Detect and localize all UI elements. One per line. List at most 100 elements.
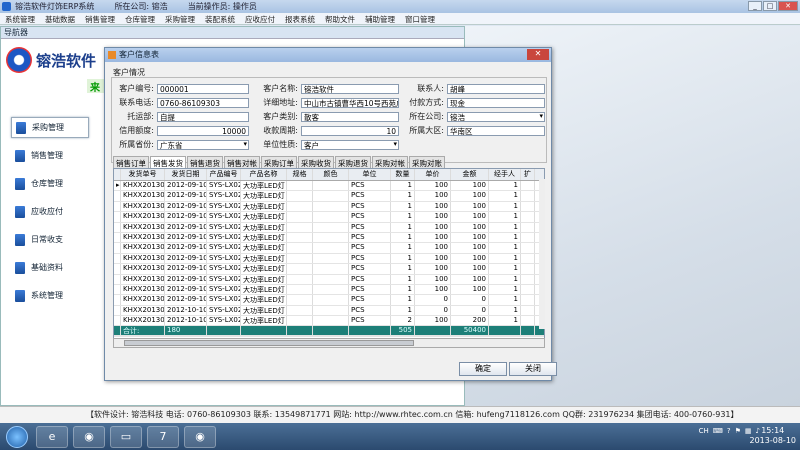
close-button[interactable]: 关闭	[509, 362, 557, 376]
table-row[interactable]: KHXX201306-2012-10-10SYS-LX023-大功率LED灯 PC…	[114, 305, 544, 317]
side-item-daily[interactable]: 日常收支	[11, 229, 89, 250]
table-cell: 100	[415, 274, 451, 284]
table-cell	[313, 243, 349, 253]
table-row[interactable]: KHXX201306-2012-09-10SYS-LX023-大功率LED灯 PC…	[114, 191, 544, 202]
menubar: 系统管理 基础数据 销售管理 仓库管理 采购管理 装配系统 应收应付 报表系统 …	[0, 13, 800, 25]
col-amount[interactable]: 金额	[451, 169, 489, 180]
folder-icon[interactable]: ▭	[110, 425, 142, 448]
menu-purchase[interactable]: 采购管理	[160, 13, 200, 24]
table-row[interactable]: KHXX201306-2012-09-10SYS-LX023-大功率LED灯 PC…	[114, 232, 544, 244]
side-item-purchase[interactable]: 采购管理	[11, 117, 89, 138]
menu-sales[interactable]: 销售管理	[80, 13, 120, 24]
ie-icon[interactable]: e	[36, 425, 68, 448]
col-unit[interactable]: 单位	[349, 169, 391, 180]
table-row[interactable]: ▸KHXX201306-2012-09-10SYS-LX023-大功率LED灯 P…	[114, 181, 544, 192]
table-row[interactable]: KHXX201306-2012-09-10SYS-LX023-大功率LED灯 PC…	[114, 274, 544, 285]
table-row[interactable]: KHXX201306-2012-09-10SYS-LX023-大功率LED灯 PC…	[114, 284, 544, 296]
start-button[interactable]	[6, 425, 28, 448]
menu-warehouse[interactable]: 仓库管理	[120, 13, 160, 24]
credit-input[interactable]: 10000	[157, 125, 249, 136]
company-select[interactable]: 镕浩	[447, 111, 545, 122]
table-row[interactable]: KHXX201306-2012-10-10SYS-LX023-大功率LED灯 PC…	[114, 316, 544, 327]
maximize-button[interactable]: □	[763, 1, 777, 11]
erp-window-icon[interactable]: ◉	[184, 425, 216, 448]
flag-icon[interactable]: ⚑	[735, 427, 741, 435]
col-spec[interactable]: 规格	[287, 169, 313, 180]
menu-assembly[interactable]: 装配系统	[200, 13, 240, 24]
ok-button[interactable]: 确定	[459, 362, 507, 376]
help-icon[interactable]: ?	[727, 427, 731, 435]
table-cell	[521, 316, 535, 326]
address-input[interactable]: 中山市古镇曹华西10号西苑广场B	[301, 97, 399, 108]
table-cell: KHXX201306-	[123, 243, 165, 253]
col-product-no[interactable]: 产品编号	[207, 169, 241, 180]
phone-input[interactable]: 0760-86109303	[157, 97, 249, 108]
table-row[interactable]: KHXX201306-2012-09-10SYS-LX023-大功率LED灯 PC…	[114, 264, 544, 275]
table-cell: 100	[451, 222, 489, 232]
table-cell: SYS-LX023-	[207, 253, 241, 264]
menu-help[interactable]: 帮助文件	[320, 13, 360, 24]
table-row[interactable]: KHXX201306-2012-09-10SYS-LX023-大功率LED灯 PC…	[114, 253, 544, 265]
side-item-system[interactable]: 系统管理	[11, 285, 89, 306]
table-row[interactable]: KHXX201306-2012-09-10SYS-LX023-大功率LED灯 PC…	[114, 201, 544, 213]
period-input[interactable]: 10	[301, 125, 399, 136]
payment-input[interactable]: 现金	[447, 97, 545, 108]
region-input[interactable]: 华南区	[447, 125, 545, 136]
table-row[interactable]: KHXX201306-2012-09-10SYS-LX023-大功率LED灯 PC…	[114, 295, 544, 306]
table-cell: SYS-LX023-	[207, 243, 241, 253]
table-cell	[287, 232, 313, 243]
table-cell: 1	[391, 181, 415, 191]
menu-aux[interactable]: 辅助管理	[360, 13, 400, 24]
table-cell: 2012-09-10	[167, 264, 207, 274]
table-cell: 1	[489, 201, 521, 212]
taskbar: e ◉ ▭ 7 ◉ CH ⌨ ? ⚑ ▦ ♪ 15:14 2013-08-10	[0, 423, 800, 450]
side-item-warehouse[interactable]: 仓库管理	[11, 173, 89, 194]
lang-indicator[interactable]: CH	[699, 427, 709, 435]
table-cell: PCS	[349, 212, 391, 222]
grid-horizontal-scrollbar[interactable]	[113, 338, 545, 348]
contact-input[interactable]: 胡峰	[447, 83, 545, 94]
province-select[interactable]: 广东省	[157, 139, 249, 150]
col-date[interactable]: 发货日期	[165, 169, 207, 180]
customer-no-input[interactable]: 000001	[157, 83, 249, 94]
table-cell: 100	[415, 201, 451, 212]
book-icon	[15, 233, 25, 246]
table-row[interactable]: KHXX201306-2012-09-10SYS-LX023-大功率LED灯 PC…	[114, 243, 544, 254]
table-row[interactable]: KHXX201306-2012-09-10SYS-LX023-大功率LED灯 PC…	[114, 222, 544, 233]
table-cell: 大功率LED灯	[241, 305, 287, 316]
minimize-button[interactable]: _	[748, 1, 762, 11]
side-item-receivable[interactable]: 应收应付	[11, 201, 89, 222]
category-label: 客户类别:	[263, 112, 298, 121]
clock[interactable]: 15:14 2013-08-10	[750, 426, 797, 446]
menu-reports[interactable]: 报表系统	[280, 13, 320, 24]
col-more[interactable]: 扩	[521, 169, 535, 180]
side-item-sales[interactable]: 销售管理	[11, 145, 89, 166]
menu-receivable[interactable]: 应收应付	[240, 13, 280, 24]
col-color[interactable]: 颜色	[313, 169, 349, 180]
side-item-basic[interactable]: 基础资料	[11, 257, 89, 278]
unit-type-select[interactable]: 客户	[301, 139, 399, 150]
dialog-close-icon[interactable]: ✕	[527, 49, 549, 60]
customer-name-input[interactable]: 镕浩软件	[301, 83, 399, 94]
col-handler[interactable]: 经手人	[489, 169, 521, 180]
grid-vertical-scrollbar[interactable]	[539, 179, 545, 329]
delivery-grid[interactable]: 发货单号 发货日期 产品编号 产品名称 规格 颜色 单位 数量 单价 金额 经手…	[113, 168, 545, 348]
shipping-input[interactable]: 自提	[157, 111, 249, 122]
table-cell: 0	[415, 295, 451, 305]
erp-app-icon[interactable]: ◉	[73, 425, 105, 448]
col-delivery-no[interactable]: 发货单号	[121, 169, 165, 180]
app7-icon[interactable]: 7	[147, 425, 179, 448]
col-product-name[interactable]: 产品名称	[241, 169, 287, 180]
close-window-button[interactable]: ✕	[778, 1, 798, 11]
table-cell: 100	[415, 232, 451, 243]
menu-system[interactable]: 系统管理	[0, 13, 40, 24]
col-qty[interactable]: 数量	[391, 169, 415, 180]
keyboard-icon[interactable]: ⌨	[713, 427, 723, 435]
table-cell: KHXX201306-	[123, 191, 165, 201]
table-row[interactable]: KHXX201306-2012-09-10SYS-LX023-大功率LED灯 PC…	[114, 212, 544, 223]
scroll-thumb[interactable]	[124, 340, 414, 346]
menu-basic-data[interactable]: 基础数据	[40, 13, 80, 24]
category-input[interactable]: 散客	[301, 111, 399, 122]
col-price[interactable]: 单价	[415, 169, 451, 180]
menu-window[interactable]: 窗口管理	[400, 13, 440, 24]
